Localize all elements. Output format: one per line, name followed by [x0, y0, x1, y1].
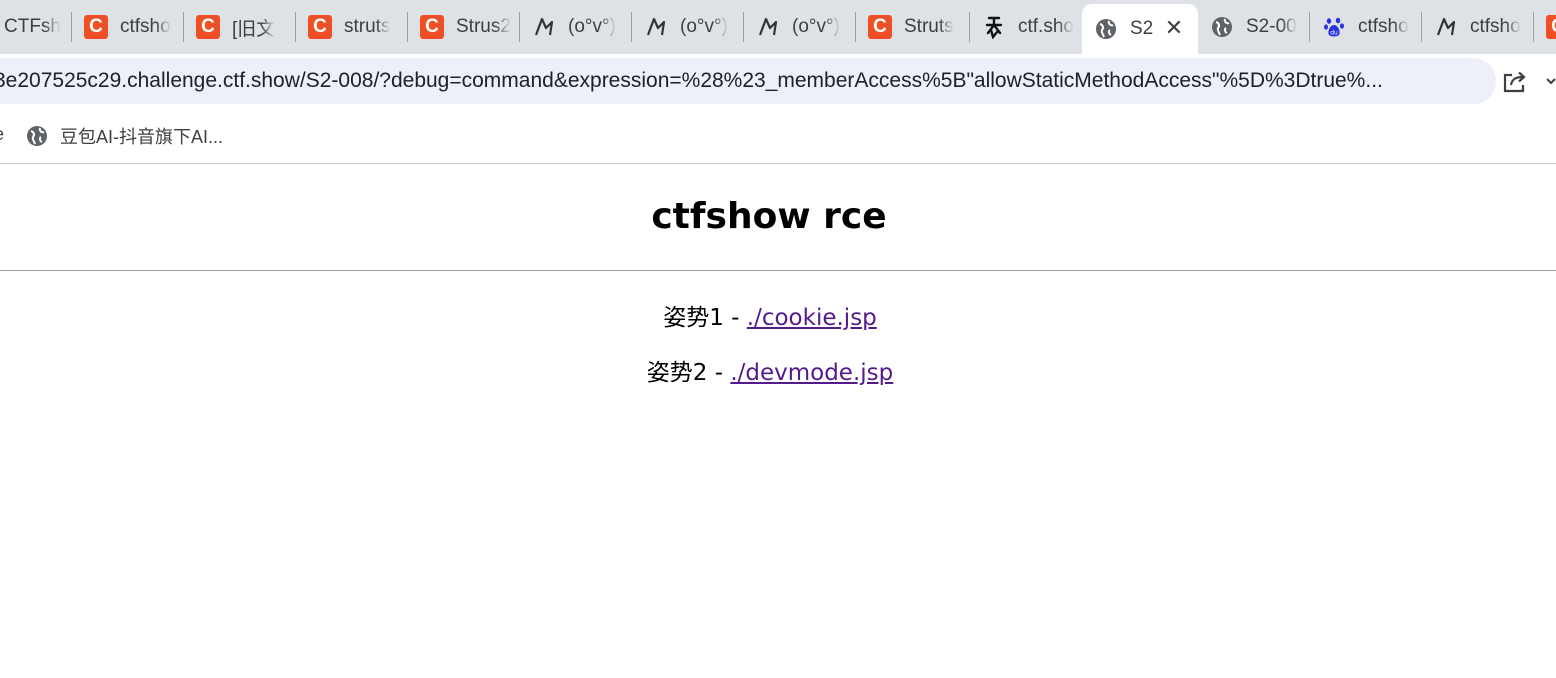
- url-text[interactable]: 3e207525c29.challenge.ctf.show/S2-008/?d…: [0, 58, 1484, 104]
- tab-title: ctfsho: [1358, 16, 1409, 37]
- tab-title: CTFsh: [4, 16, 61, 37]
- devmode-jsp-link[interactable]: ./devmode.jsp: [730, 360, 893, 386]
- method-label: 姿势2 -: [646, 360, 731, 386]
- bilibili-style-icon: [532, 15, 556, 39]
- browser-tab[interactable]: ctf.sho: [970, 0, 1082, 54]
- tab-title: (o°v°): [792, 16, 840, 37]
- tab-title: ctfsho: [120, 16, 171, 37]
- tab-title: Struts: [904, 16, 954, 37]
- bookmark-item[interactable]: 豆包AI-抖音旗下AI...: [26, 123, 223, 149]
- csdn-icon: C: [196, 15, 220, 39]
- bookmark-partial[interactable]: е: [0, 124, 4, 145]
- tab-title: ctfsho: [1470, 16, 1521, 37]
- globe-icon: [27, 126, 47, 146]
- page-content: ctfshow rce 姿势1 - ./cookie.jsp 姿势2 - ./d…: [0, 164, 1556, 678]
- csdn-icon: C: [420, 15, 444, 39]
- browser-tab[interactable]: C ctfsho: [72, 0, 184, 54]
- browser-toolbar: 3e207525c29.challenge.ctf.show/S2-008/?d…: [0, 54, 1556, 109]
- baidu-icon: du: [1322, 15, 1346, 39]
- bilibili-style-icon: [756, 15, 780, 39]
- cookie-jsp-link[interactable]: ./cookie.jsp: [747, 305, 877, 331]
- globe-icon: [1094, 17, 1118, 41]
- method-line-2: 姿势2 - ./devmode.jsp: [0, 353, 1540, 387]
- browser-tab[interactable]: C Strus2: [408, 0, 520, 54]
- browser-tab[interactable]: du ctfsho: [1310, 0, 1422, 54]
- globe-icon: [1210, 15, 1234, 39]
- csdn-icon: C: [1546, 15, 1556, 39]
- tab-title: (o°v°): [680, 16, 728, 37]
- share-icon[interactable]: [1502, 70, 1528, 94]
- bilibili-style-icon: [644, 15, 668, 39]
- browser-tab[interactable]: C [旧文: [184, 0, 296, 54]
- tab-title: ctf.sho: [1018, 16, 1074, 37]
- svg-text:du: du: [1330, 30, 1338, 37]
- bilibili-style-icon: [1434, 15, 1458, 39]
- browser-tab[interactable]: C Struts: [856, 0, 970, 54]
- tab-title: struts: [344, 16, 391, 37]
- tab-strip: CTFsh C ctfsho C [旧文 C struts C Strus2 (…: [0, 0, 1556, 54]
- browser-tab[interactable]: (o°v°): [632, 0, 744, 54]
- tab-title: (o°v°): [568, 16, 616, 37]
- browser-tab[interactable]: (o°v°): [744, 0, 856, 54]
- csdn-icon: C: [868, 15, 892, 39]
- csdn-icon: C: [308, 15, 332, 39]
- method-line-1: 姿势1 - ./cookie.jsp: [0, 298, 1540, 332]
- chevron-down-icon[interactable]: [1546, 76, 1556, 86]
- page-title: ctfshow rce: [651, 196, 887, 237]
- tab-title: [旧文: [232, 18, 276, 40]
- browser-tab[interactable]: ctfsho: [1422, 0, 1534, 54]
- browser-tab[interactable]: S2-00: [1198, 0, 1310, 54]
- method-label: 姿势1 -: [663, 305, 747, 331]
- browser-tab[interactable]: C: [1534, 0, 1556, 54]
- address-bar[interactable]: 3e207525c29.challenge.ctf.show/S2-008/?d…: [0, 58, 1496, 104]
- divider: [0, 270, 1556, 271]
- tab-title: S2: [1130, 18, 1154, 39]
- bookmark-label: 豆包AI-抖音旗下AI...: [60, 127, 224, 147]
- close-icon[interactable]: ✕: [1162, 16, 1186, 40]
- calligraphy-icon: [982, 15, 1006, 39]
- bookmarks-bar: е 豆包AI-抖音旗下AI...: [0, 109, 1556, 164]
- tab-title: Strus2: [456, 16, 511, 37]
- browser-tab[interactable]: CTFsh: [0, 0, 72, 54]
- browser-tab[interactable]: (o°v°): [520, 0, 632, 54]
- tab-title: S2-00: [1246, 16, 1297, 37]
- browser-tab-active[interactable]: S2 ✕: [1082, 4, 1198, 54]
- csdn-icon: C: [84, 15, 108, 39]
- browser-tab[interactable]: C struts: [296, 0, 408, 54]
